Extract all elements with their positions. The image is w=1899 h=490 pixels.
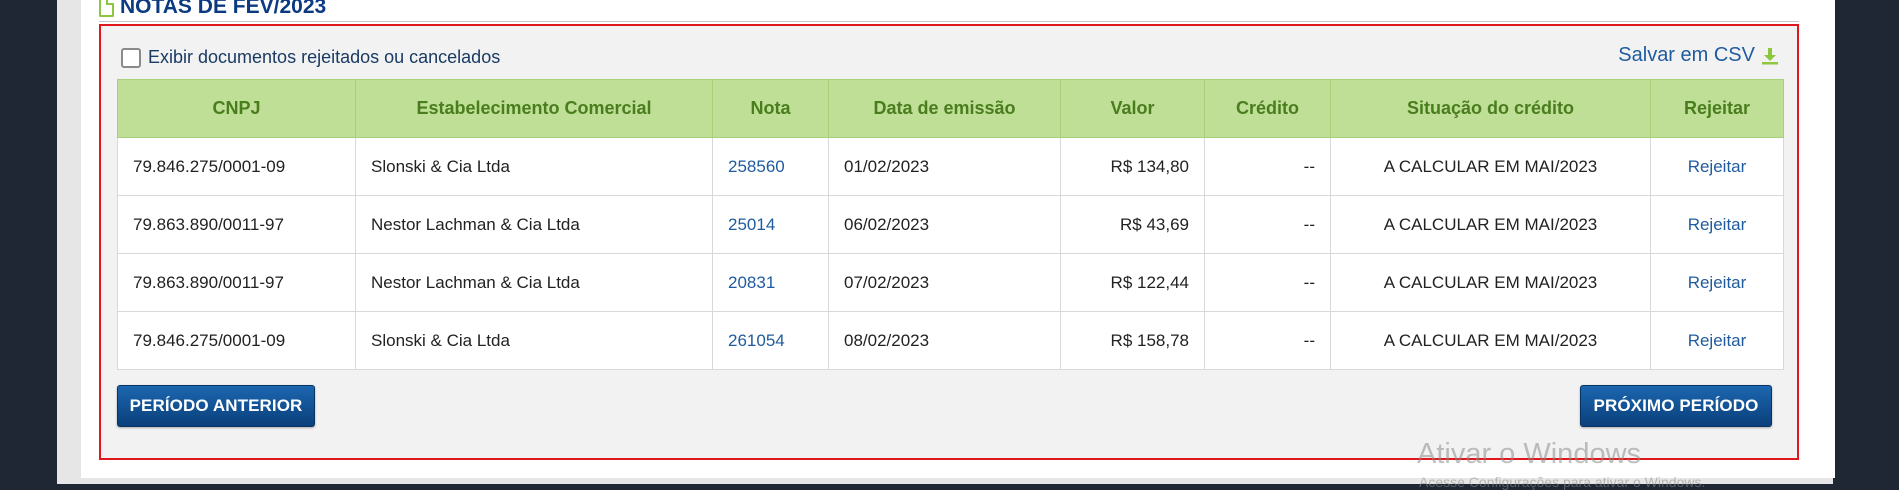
- nota-link[interactable]: 261054: [712, 311, 829, 370]
- data-emissao-cell: 08/02/2023: [828, 311, 1061, 370]
- windows-activation-title: Ativar o Windows: [1417, 438, 1642, 470]
- show-rejected-checkbox[interactable]: [121, 47, 141, 68]
- cnpj-cell: 79.846.275/0001-09: [117, 311, 356, 370]
- header-cnpj[interactable]: CNPJ: [117, 79, 356, 138]
- windows-activation-subtitle: Acesse Configurações para ativar o Windo…: [1419, 474, 1706, 490]
- situacao-cell: A CALCULAR EM MAI/2023: [1330, 311, 1651, 370]
- table-row: 79.863.890/0011-97 Nestor Lachman & Cia …: [117, 195, 1784, 254]
- header-situacao[interactable]: Situação do crédito: [1330, 79, 1651, 138]
- next-period-button[interactable]: PRÓXIMO PERÍODO: [1580, 385, 1772, 427]
- previous-period-button[interactable]: PERÍODO ANTERIOR: [117, 385, 315, 427]
- table-header-row: CNPJ Estabelecimento Comercial Nota Data…: [117, 79, 1784, 138]
- cnpj-cell: 79.863.890/0011-97: [117, 195, 356, 254]
- header-nota[interactable]: Nota: [712, 79, 829, 138]
- table-row: 79.863.890/0011-97 Nestor Lachman & Cia …: [117, 253, 1784, 312]
- credito-cell: --: [1204, 137, 1331, 196]
- estabelecimento-cell: Nestor Lachman & Cia Ltda: [355, 195, 713, 254]
- notes-table: CNPJ Estabelecimento Comercial Nota Data…: [117, 79, 1784, 370]
- data-emissao-cell: 06/02/2023: [828, 195, 1061, 254]
- situacao-cell: A CALCULAR EM MAI/2023: [1330, 195, 1651, 254]
- nota-link[interactable]: 258560: [712, 137, 829, 196]
- cnpj-cell: 79.863.890/0011-97: [117, 253, 356, 312]
- header-valor[interactable]: Valor: [1060, 79, 1205, 138]
- rejeitar-link[interactable]: Rejeitar: [1650, 195, 1784, 254]
- header-credito[interactable]: Crédito: [1204, 79, 1331, 138]
- valor-cell: R$ 134,80: [1060, 137, 1205, 196]
- save-csv-link[interactable]: Salvar em CSV: [1618, 44, 1779, 67]
- header-data-emissao[interactable]: Data de emissão: [828, 79, 1061, 138]
- valor-cell: R$ 122,44: [1060, 253, 1205, 312]
- nota-link[interactable]: 20831: [712, 253, 829, 312]
- header-rejeitar: Rejeitar: [1650, 79, 1784, 138]
- credito-cell: --: [1204, 195, 1331, 254]
- data-emissao-cell: 07/02/2023: [828, 253, 1061, 312]
- credito-cell: --: [1204, 253, 1331, 312]
- data-emissao-cell: 01/02/2023: [828, 137, 1061, 196]
- rejeitar-link[interactable]: Rejeitar: [1650, 253, 1784, 312]
- document-icon: [99, 0, 114, 17]
- table-row: 79.846.275/0001-09 Slonski & Cia Ltda 26…: [117, 311, 1784, 370]
- cnpj-cell: 79.846.275/0001-09: [117, 137, 356, 196]
- credito-cell: --: [1204, 311, 1331, 370]
- section-title: NOTAS DE FEV/2023: [120, 0, 327, 18]
- valor-cell: R$ 43,69: [1060, 195, 1205, 254]
- rejeitar-link[interactable]: Rejeitar: [1650, 311, 1784, 370]
- situacao-cell: A CALCULAR EM MAI/2023: [1330, 137, 1651, 196]
- estabelecimento-cell: Slonski & Cia Ltda: [355, 137, 713, 196]
- save-csv-label: Salvar em CSV: [1618, 44, 1755, 66]
- estabelecimento-cell: Nestor Lachman & Cia Ltda: [355, 253, 713, 312]
- show-rejected-toggle[interactable]: Exibir documentos rejeitados ou cancelad…: [121, 47, 500, 68]
- show-rejected-label: Exibir documentos rejeitados ou cancelad…: [148, 47, 501, 67]
- rejeitar-link[interactable]: Rejeitar: [1650, 137, 1784, 196]
- valor-cell: R$ 158,78: [1060, 311, 1205, 370]
- nota-link[interactable]: 25014: [712, 195, 829, 254]
- title-divider: [99, 21, 1799, 22]
- header-estabelecimento[interactable]: Estabelecimento Comercial: [355, 79, 713, 138]
- download-icon: [1762, 47, 1778, 64]
- table-row: 79.846.275/0001-09 Slonski & Cia Ltda 25…: [117, 137, 1784, 196]
- section-header: NOTAS DE FEV/2023: [99, 0, 326, 20]
- situacao-cell: A CALCULAR EM MAI/2023: [1330, 253, 1651, 312]
- estabelecimento-cell: Slonski & Cia Ltda: [355, 311, 713, 370]
